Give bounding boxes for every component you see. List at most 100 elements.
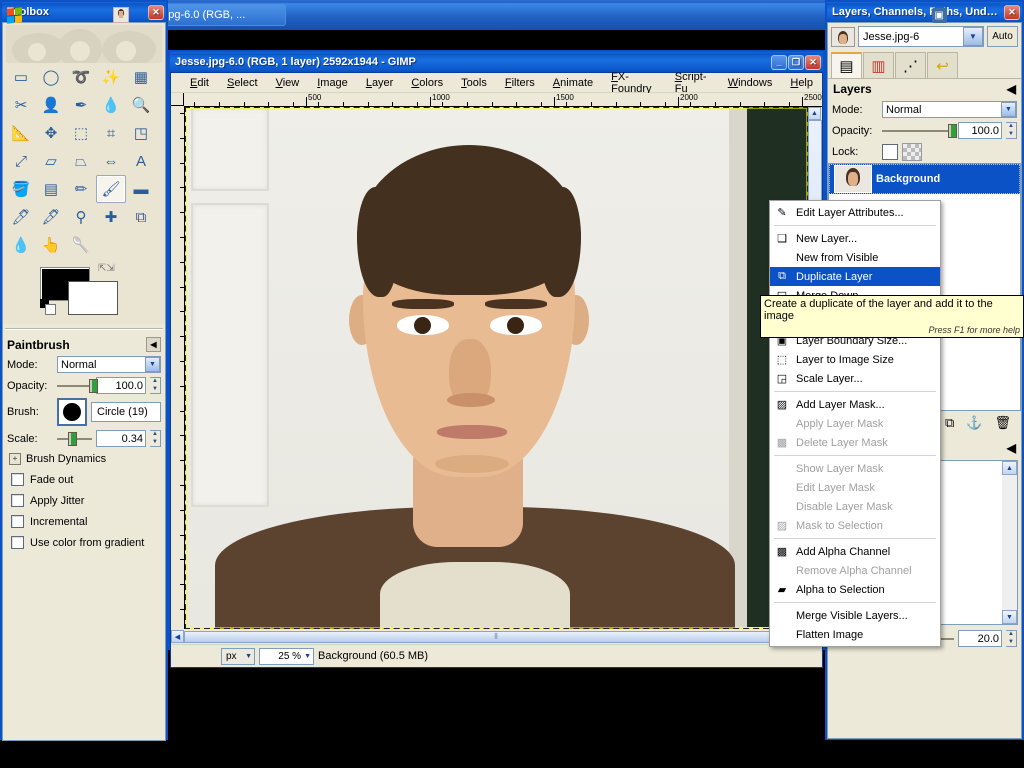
anchor-layer-button[interactable]: ⚓ xyxy=(966,415,982,431)
scroll-up-button[interactable]: ▲ xyxy=(808,107,821,120)
layer-context-menu[interactable]: ✎ Edit Layer Attributes... ❑ New Layer... Ne… xyxy=(769,200,941,647)
spacing-value[interactable]: 20.0 xyxy=(958,630,1002,647)
menu-tools[interactable]: Tools xyxy=(452,75,496,91)
paths-tab[interactable]: ⋰ xyxy=(895,52,926,78)
layer-row-background[interactable]: 👁 Background xyxy=(829,164,1020,194)
checkbox[interactable] xyxy=(11,494,24,507)
menu-item-flatten-image[interactable]: Flatten Image xyxy=(770,625,940,644)
color-swatch-area[interactable]: ⇱⇲ xyxy=(40,263,162,319)
checkbox[interactable] xyxy=(11,473,24,486)
menu-windows[interactable]: Windows xyxy=(719,75,782,91)
opacity-value[interactable]: 100.0 xyxy=(96,377,146,394)
background-color-swatch[interactable] xyxy=(68,281,118,315)
scissors-select-tool[interactable]: ✂ xyxy=(6,91,36,119)
clone-tool[interactable]: ⚲ xyxy=(66,203,96,231)
menu-bar[interactable]: Edit Select View Image Layer Colors Tools Filte… xyxy=(171,71,822,95)
crop-tool[interactable]: ⌗ xyxy=(96,119,126,147)
close-button[interactable]: ✕ xyxy=(805,54,821,70)
text-tool[interactable]: A xyxy=(126,147,156,175)
brush-preview[interactable] xyxy=(57,398,87,426)
layer-opacity-value[interactable]: 100.0 xyxy=(958,122,1002,139)
maximize-button[interactable]: ❐ xyxy=(788,54,804,70)
checkbox[interactable] xyxy=(11,536,24,549)
scale-value[interactable]: 0.34 xyxy=(96,430,146,447)
layer-opacity-slider[interactable] xyxy=(882,123,958,138)
menu-item-merge-visible-layers[interactable]: Merge Visible Layers... xyxy=(770,606,940,625)
minimize-button[interactable]: _ xyxy=(771,54,787,70)
toolbox-close-button[interactable]: ✕ xyxy=(148,4,164,20)
auto-button[interactable]: Auto xyxy=(987,26,1018,47)
tool-grid[interactable]: ▭ ◯ ➰ ✨ ▦ ✂ 👤 ✒ 💧 🔍 📐 ✥ ⬚ ⌗ ◳ ⤢ ▱ ⏢ ⇔ A 🪣 ▤ ✏ 🖌 ▬ 🖊 🖋 ⚲ ✚ ⧉ 💧 👆 🥄 xyxy=(6,63,162,259)
menu-item-add-layer-mask[interactable]: ▨ Add Layer Mask... xyxy=(770,395,940,414)
layer-opacity-stepper[interactable]: ▲ ▼ xyxy=(1006,122,1017,139)
bucket-fill-tool[interactable]: 🪣 xyxy=(6,175,36,203)
zoom-select[interactable]: 25 % ▼ xyxy=(259,647,314,665)
dock-close-button[interactable]: ✕ xyxy=(1004,4,1020,20)
smudge-tool[interactable]: 👆 xyxy=(36,231,66,259)
duplicate-layer-button[interactable]: ⧉ xyxy=(945,415,954,431)
horizontal-scroll-thumb[interactable]: ⦀ xyxy=(184,630,808,643)
menu-item-edit-layer-attributes[interactable]: ✎ Edit Layer Attributes... xyxy=(770,203,940,222)
channels-tab[interactable]: ▥ xyxy=(863,52,894,78)
color-picker-tool[interactable]: 💧 xyxy=(96,91,126,119)
free-select-tool[interactable]: ➰ xyxy=(66,63,96,91)
menu-item-show-layer-mask[interactable]: Show Layer Mask xyxy=(770,459,940,478)
menu-item-new-layer[interactable]: ❑ New Layer... xyxy=(770,229,940,248)
scale-slider[interactable] xyxy=(57,431,92,446)
delete-layer-button[interactable]: 🗑 xyxy=(994,415,1011,431)
menu-select[interactable]: Select xyxy=(218,75,267,91)
lock-alpha-icon[interactable] xyxy=(902,143,922,161)
spacing-stepper[interactable]: ▲ ▼ xyxy=(1006,630,1017,647)
checkbox-row-1[interactable]: Apply Jitter xyxy=(3,490,165,511)
checkbox[interactable] xyxy=(11,515,24,528)
brushes-scroll-down[interactable]: ▼ xyxy=(1002,610,1017,624)
ellipse-select-tool[interactable]: ◯ xyxy=(36,63,66,91)
checkbox-row-2[interactable]: Incremental xyxy=(3,511,165,532)
tool-options-collapse-icon[interactable]: ◀ xyxy=(146,337,161,352)
menu-item-duplicate-layer[interactable]: ⧉ Duplicate Layer xyxy=(770,267,940,286)
ink-tool[interactable]: 🖋 xyxy=(36,203,66,231)
menu-item-edit-layer-mask[interactable]: Edit Layer Mask xyxy=(770,478,940,497)
image-select[interactable]: Jesse.jpg-6 ▼ xyxy=(858,26,984,47)
dock-tabs[interactable]: ▤ ▥ ⋰ ↩ xyxy=(828,50,1021,79)
brush-name[interactable]: Circle (19) xyxy=(91,402,161,422)
default-colors-icon[interactable] xyxy=(40,299,56,315)
menu-item-disable-layer-mask[interactable]: Disable Layer Mask xyxy=(770,497,940,516)
layers-collapse-icon[interactable]: ◀ xyxy=(1007,82,1016,96)
swap-colors-icon[interactable]: ⇱⇲ xyxy=(98,263,115,274)
menu-item-delete-layer-mask[interactable]: ▩ Delete Layer Mask xyxy=(770,433,940,452)
scale-stepper[interactable]: ▲ ▼ xyxy=(150,430,161,447)
undo-history-tab[interactable]: ↩ xyxy=(927,52,958,78)
menu-item-add-alpha-channel[interactable]: ▩ Add Alpha Channel xyxy=(770,542,940,561)
menu-item-mask-to-selection[interactable]: ▨ Mask to Selection xyxy=(770,516,940,535)
paths-tool[interactable]: ✒ xyxy=(66,91,96,119)
brush-dynamics-expander[interactable]: + Brush Dynamics xyxy=(3,449,165,469)
menu-filters[interactable]: Filters xyxy=(496,75,544,91)
network-error-tray-icon[interactable]: ▣ xyxy=(931,7,947,23)
alignment-tool[interactable]: ⬚ xyxy=(66,119,96,147)
menu-colors[interactable]: Colors xyxy=(402,75,452,91)
menu-item-remove-alpha-channel[interactable]: Remove Alpha Channel xyxy=(770,561,940,580)
menu-item-scale-layer[interactable]: ◲ Scale Layer... xyxy=(770,369,940,388)
brushes-scrollbar[interactable]: ▲ ▼ xyxy=(1002,461,1017,624)
airbrush-tool[interactable]: 🖊 xyxy=(6,203,36,231)
plus-icon[interactable]: + xyxy=(9,453,21,465)
chevron-down-icon[interactable]: ▼ xyxy=(145,357,160,372)
flip-tool[interactable]: ⇔ xyxy=(96,147,126,175)
unit-select[interactable]: px ▼ xyxy=(221,647,255,665)
foreground-select-tool[interactable]: 👤 xyxy=(36,91,66,119)
scale-tool[interactable]: ⤢ xyxy=(6,147,36,175)
menu-view[interactable]: View xyxy=(267,75,309,91)
opacity-slider[interactable] xyxy=(57,378,98,393)
menu-edit[interactable]: Edit xyxy=(181,75,218,91)
menu-item-alpha-to-selection[interactable]: ▰ Alpha to Selection xyxy=(770,580,940,599)
checkbox-row-3[interactable]: Use color from gradient xyxy=(3,532,165,553)
pencil-tool[interactable]: ✏ xyxy=(66,175,96,203)
horizontal-scrollbar[interactable]: ◀ ⦀ xyxy=(171,629,822,644)
blur-sharpen-tool[interactable]: 💧 xyxy=(6,231,36,259)
menu-layer[interactable]: Layer xyxy=(357,75,403,91)
mode-select[interactable]: Normal ▼ xyxy=(57,356,161,373)
layers-tab[interactable]: ▤ xyxy=(831,52,862,78)
menu-item-apply-layer-mask[interactable]: Apply Layer Mask xyxy=(770,414,940,433)
checkbox-row-0[interactable]: Fade out xyxy=(3,469,165,490)
